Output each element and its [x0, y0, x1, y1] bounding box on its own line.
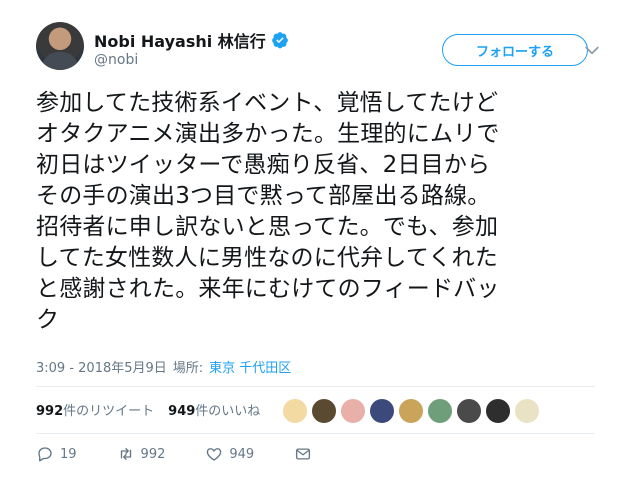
direct-message-button[interactable]: [294, 445, 312, 463]
liker-avatars: [282, 398, 540, 424]
verified-badge-icon: [271, 32, 288, 49]
avatar-5-icon[interactable]: [398, 398, 424, 424]
like-stat[interactable]: 949件のいいね: [168, 400, 260, 419]
user-name[interactable]: Nobi Hayashi 林信行: [94, 28, 266, 52]
retweet-button[interactable]: 992: [117, 445, 166, 463]
tweet-actions: 19 992 949: [36, 445, 352, 463]
reply-count: 19: [60, 446, 77, 462]
like-count: 949: [229, 446, 255, 462]
tweet-stats: 992件のリツイート 949件のいいね: [36, 400, 274, 419]
envelope-icon: [296, 448, 311, 460]
reply-button[interactable]: 19: [36, 445, 77, 463]
avatar-9-icon[interactable]: [514, 398, 540, 424]
retweet-stat[interactable]: 992件のリツイート: [36, 400, 154, 419]
follow-button[interactable]: フォローする: [442, 34, 588, 66]
like-stat-label: 件のいいね: [195, 404, 261, 419]
avatar-8-icon[interactable]: [485, 398, 511, 424]
user-handle[interactable]: @nobi: [94, 52, 138, 68]
avatar[interactable]: [36, 22, 84, 70]
avatar-1-icon[interactable]: [282, 398, 308, 424]
divider: [36, 433, 595, 434]
tweet-meta: 3:09 - 2018年5月9日 場所: 東京 千代田区: [36, 357, 291, 376]
retweet-icon: [120, 448, 131, 460]
tweet-text: 参加してた技術系イベント、覚悟してたけど オタクアニメ演出多かった。生理的にムリ…: [36, 90, 500, 333]
chevron-down-icon[interactable]: [582, 40, 602, 60]
reply-icon: [38, 447, 52, 462]
place-link[interactable]: 東京 千代田区: [209, 357, 291, 376]
avatar-7-icon[interactable]: [456, 398, 482, 424]
tweet-card: Nobi Hayashi 林信行 @nobi フォローする 参加してた技術系イベ…: [0, 0, 631, 495]
avatar-6-icon[interactable]: [427, 398, 453, 424]
retweet-count: 992: [140, 446, 166, 462]
name-row: Nobi Hayashi 林信行: [94, 28, 289, 52]
place-label: 場所:: [172, 361, 204, 376]
avatar-2-icon[interactable]: [311, 398, 337, 424]
divider: [36, 386, 595, 387]
like-button[interactable]: 949: [205, 445, 254, 463]
avatar-4-icon[interactable]: [369, 398, 395, 424]
retweet-stat-count: 992: [36, 404, 64, 419]
tweet-header: Nobi Hayashi 林信行 @nobi フォローする: [36, 22, 611, 78]
avatar-3-icon[interactable]: [340, 398, 366, 424]
heart-icon: [207, 448, 222, 461]
timestamp[interactable]: 3:09 - 2018年5月9日: [36, 357, 167, 376]
retweet-stat-label: 件のリツイート: [63, 404, 155, 419]
like-stat-count: 949: [168, 404, 196, 419]
